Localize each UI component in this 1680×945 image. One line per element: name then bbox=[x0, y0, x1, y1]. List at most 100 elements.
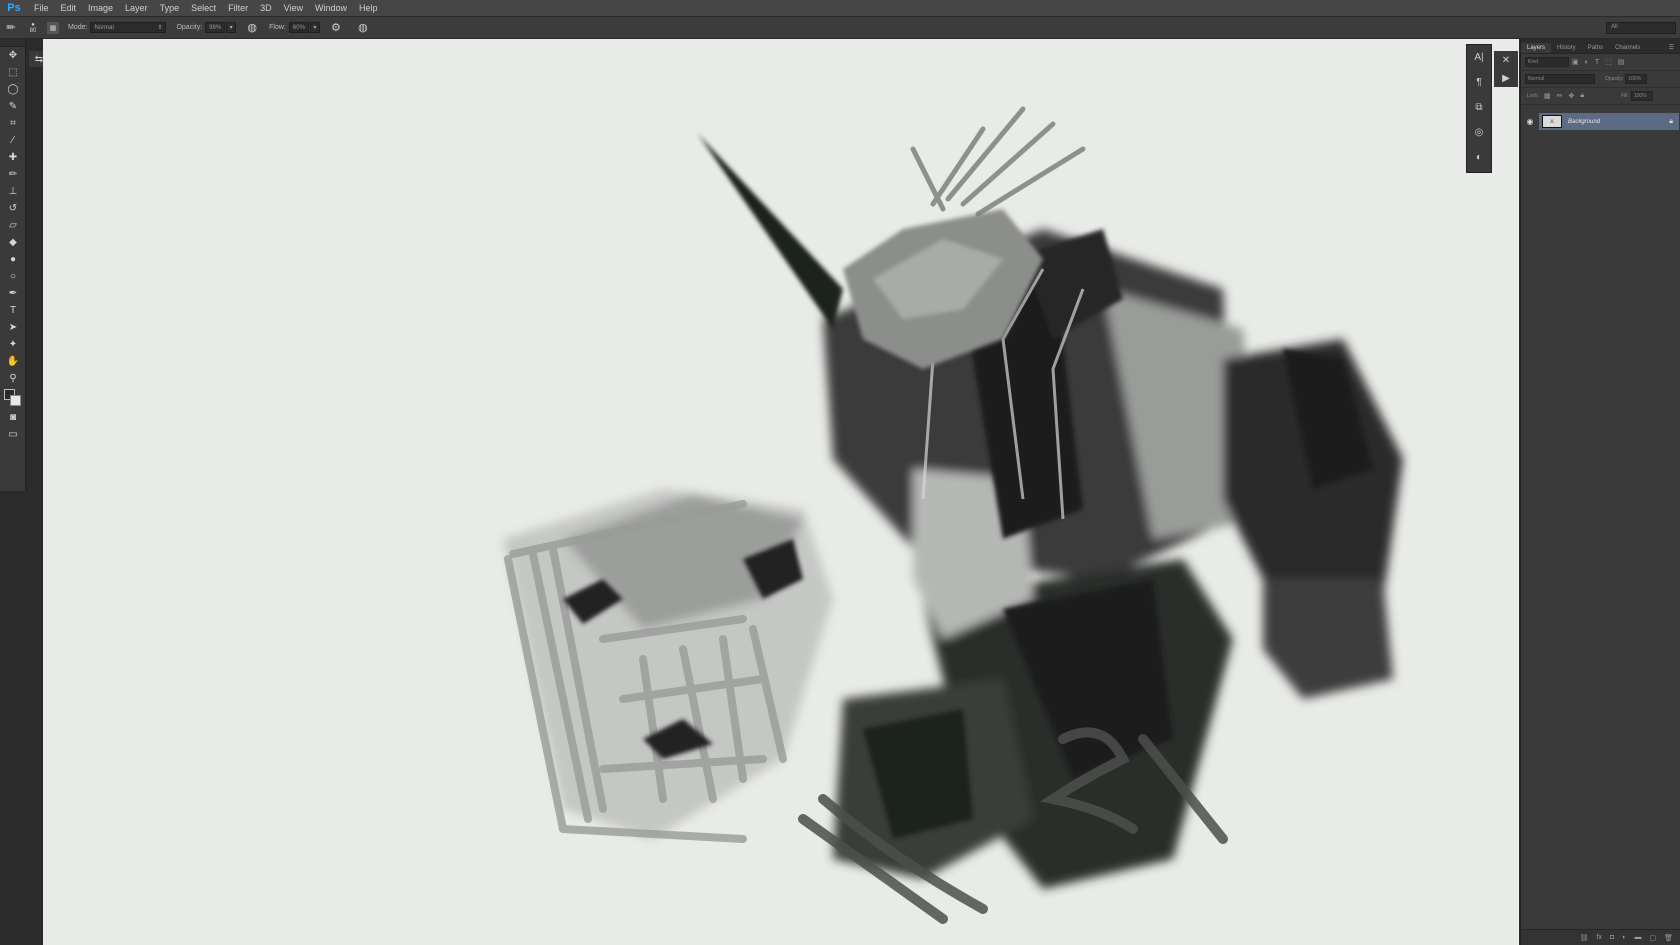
filter-shape-icon[interactable]: ⬚ bbox=[1605, 58, 1612, 66]
background-color[interactable] bbox=[10, 395, 21, 406]
stamp-icon[interactable]: ⊥ bbox=[0, 183, 26, 200]
pen-icon[interactable]: ✒ bbox=[0, 285, 26, 302]
layer-style-icon[interactable]: fx bbox=[1597, 934, 1602, 941]
opacity-dropdown-icon[interactable]: ▾ bbox=[226, 22, 237, 33]
menu-image[interactable]: Image bbox=[82, 3, 119, 13]
layer-selection[interactable]: ⚔ Background 🔒︎ bbox=[1539, 113, 1679, 130]
magic-wand-icon[interactable]: ✎ bbox=[0, 98, 26, 115]
painting-artwork bbox=[503, 106, 1403, 924]
menu-file[interactable]: File bbox=[28, 3, 55, 13]
filter-smart-icon[interactable]: ▤ bbox=[1618, 58, 1625, 66]
mode-value: Normal bbox=[94, 24, 114, 31]
airbrush-icon[interactable]: ⚙ bbox=[328, 20, 344, 36]
crop-icon[interactable]: ⌗ bbox=[0, 115, 26, 132]
properties-panel-icon[interactable]: ◐ bbox=[1467, 145, 1491, 170]
layer-lock-icon: 🔒︎ bbox=[1669, 117, 1673, 125]
flow-dropdown-icon[interactable]: ▾ bbox=[309, 22, 320, 33]
visibility-eye-icon[interactable]: ◉ bbox=[1521, 117, 1539, 126]
menu-layer[interactable]: Layer bbox=[119, 3, 154, 13]
add-mask-icon[interactable]: ◘ bbox=[1610, 934, 1614, 941]
eyedropper-icon[interactable]: ⁄ bbox=[0, 132, 26, 149]
tab-history[interactable]: History bbox=[1551, 43, 1582, 53]
opacity-input[interactable]: 98% bbox=[205, 22, 226, 33]
mode-label: Mode: bbox=[68, 24, 88, 31]
tab-paths[interactable]: Paths bbox=[1582, 43, 1609, 53]
menu-edit[interactable]: Edit bbox=[55, 3, 83, 13]
layer-thumbnail: ⚔ bbox=[1542, 115, 1562, 128]
workspace-select[interactable]: All bbox=[1606, 22, 1676, 34]
lock-brush-icon[interactable]: ✏ bbox=[1557, 92, 1563, 100]
tab-layers[interactable]: Layers bbox=[1521, 43, 1552, 53]
history-brush-icon[interactable]: ↺ bbox=[0, 200, 26, 217]
pressure-size-icon[interactable]: ◍ bbox=[355, 20, 371, 36]
right-panel-dock: A| ¶ ⧉ ◎ ◐ bbox=[1466, 44, 1492, 173]
flow-input[interactable]: 60% bbox=[288, 22, 309, 33]
fill-input[interactable]: 100% bbox=[1630, 91, 1653, 101]
layers-footer: ⛓ fx ◘ ◐ ▬ ▢ 🗑︎ bbox=[1521, 929, 1680, 945]
link-layers-icon[interactable]: ⛓ bbox=[1580, 934, 1589, 942]
menu-view[interactable]: View bbox=[278, 3, 309, 13]
layer-item-background[interactable]: ◉ ⚔ Background 🔒︎ bbox=[1521, 113, 1680, 130]
panel-tabs: Layers History Paths Channels ☰ bbox=[1521, 39, 1680, 54]
bucket-icon[interactable]: ◆ bbox=[0, 234, 26, 251]
menu-3d[interactable]: 3D bbox=[254, 3, 278, 13]
filter-adjust-icon[interactable]: ◐ bbox=[1585, 59, 1589, 66]
move-icon[interactable]: ✥ bbox=[0, 47, 26, 64]
new-group-icon[interactable]: ▬ bbox=[1634, 934, 1641, 941]
filter-pixel-icon[interactable]: ▣ bbox=[1572, 58, 1579, 66]
character-panel-icon[interactable]: A| bbox=[1467, 45, 1491, 70]
actions-panel-icon[interactable]: ▶ bbox=[1494, 69, 1518, 87]
pressure-opacity-icon[interactable]: ◍ bbox=[244, 20, 260, 36]
tool-list: ✥ ⬚ ◯ ✎ ⌗ ⁄ ✚ ✏ ⊥ ↺ ▱ ◆ ● ○ ✒ T ➤ ✦ ✋ ⚲ bbox=[0, 47, 25, 387]
layer-opacity-input[interactable]: 100% bbox=[1625, 74, 1648, 84]
zoom-icon[interactable]: ⚲ bbox=[0, 370, 26, 387]
adjustment-layer-icon[interactable]: ◐ bbox=[1622, 934, 1626, 941]
brush-icon[interactable]: ✏ bbox=[0, 166, 26, 183]
bandage-icon[interactable]: ✚ bbox=[0, 149, 26, 166]
menu-select[interactable]: Select bbox=[185, 3, 222, 13]
tab-channels[interactable]: Channels bbox=[1609, 43, 1646, 53]
screen-mode-icon[interactable]: ▭ bbox=[0, 426, 26, 443]
flow-label: Flow: bbox=[269, 24, 286, 31]
brush-panel-toggle-icon[interactable]: ▦ bbox=[47, 21, 59, 34]
hand-icon[interactable]: ✋ bbox=[0, 353, 26, 370]
select-arrows-icon: ⇕ bbox=[157, 25, 163, 31]
layers-panel: Layers History Paths Channels ☰ Kind ▣ ◐… bbox=[1520, 39, 1680, 945]
drop-icon[interactable]: ● bbox=[0, 251, 26, 268]
tools-grip[interactable] bbox=[0, 39, 25, 47]
quick-mask-icon[interactable]: ◙ bbox=[0, 409, 26, 426]
mode-select[interactable]: Normal ⇕ bbox=[90, 22, 167, 33]
arrow-icon[interactable]: ➤ bbox=[0, 319, 26, 336]
clone-panel-icon[interactable]: ⧉ bbox=[1467, 95, 1491, 120]
brush-size-picker[interactable]: ● 80 bbox=[25, 20, 41, 36]
panel-menu-icon[interactable]: ☰ bbox=[1663, 42, 1680, 53]
filter-kind-select[interactable]: Kind bbox=[1525, 57, 1569, 67]
shape-icon[interactable]: ✦ bbox=[0, 336, 26, 353]
adjustments-panel-icon[interactable]: ◎ bbox=[1467, 120, 1491, 145]
blend-row: Normal Opacity: 100% bbox=[1521, 71, 1680, 88]
lasso-icon[interactable]: ◯ bbox=[0, 81, 26, 98]
dodge-icon[interactable]: ○ bbox=[0, 268, 26, 285]
blend-mode-select[interactable]: Normal bbox=[1525, 74, 1595, 84]
color-swatches[interactable] bbox=[0, 387, 25, 409]
filter-type-icon[interactable]: T bbox=[1595, 59, 1599, 66]
tool-presets-icon[interactable]: ✕ bbox=[1494, 51, 1518, 69]
marquee-icon[interactable]: ⬚ bbox=[0, 64, 26, 81]
type-icon[interactable]: T bbox=[0, 302, 26, 319]
fill-label: Fill: bbox=[1621, 93, 1629, 99]
brush-preset-icon[interactable]: ✏ bbox=[3, 20, 19, 36]
layer-name: Background bbox=[1568, 118, 1601, 125]
menu-filter[interactable]: Filter bbox=[222, 3, 254, 13]
lock-label: Lock: bbox=[1527, 93, 1539, 99]
lock-move-icon[interactable]: ✥ bbox=[1568, 92, 1574, 100]
new-layer-icon[interactable]: ▢ bbox=[1649, 934, 1656, 942]
document-canvas[interactable] bbox=[43, 39, 1519, 945]
eraser-icon[interactable]: ▱ bbox=[0, 217, 26, 234]
menu-type[interactable]: Type bbox=[154, 3, 186, 13]
menu-window[interactable]: Window bbox=[309, 3, 353, 13]
paragraph-panel-icon[interactable]: ¶ bbox=[1467, 70, 1491, 95]
delete-layer-icon[interactable]: 🗑︎ bbox=[1664, 934, 1673, 942]
menu-help[interactable]: Help bbox=[353, 3, 384, 13]
lock-all-icon[interactable]: 🔒︎ bbox=[1580, 92, 1584, 100]
lock-transparent-icon[interactable]: ▦ bbox=[1544, 92, 1551, 100]
